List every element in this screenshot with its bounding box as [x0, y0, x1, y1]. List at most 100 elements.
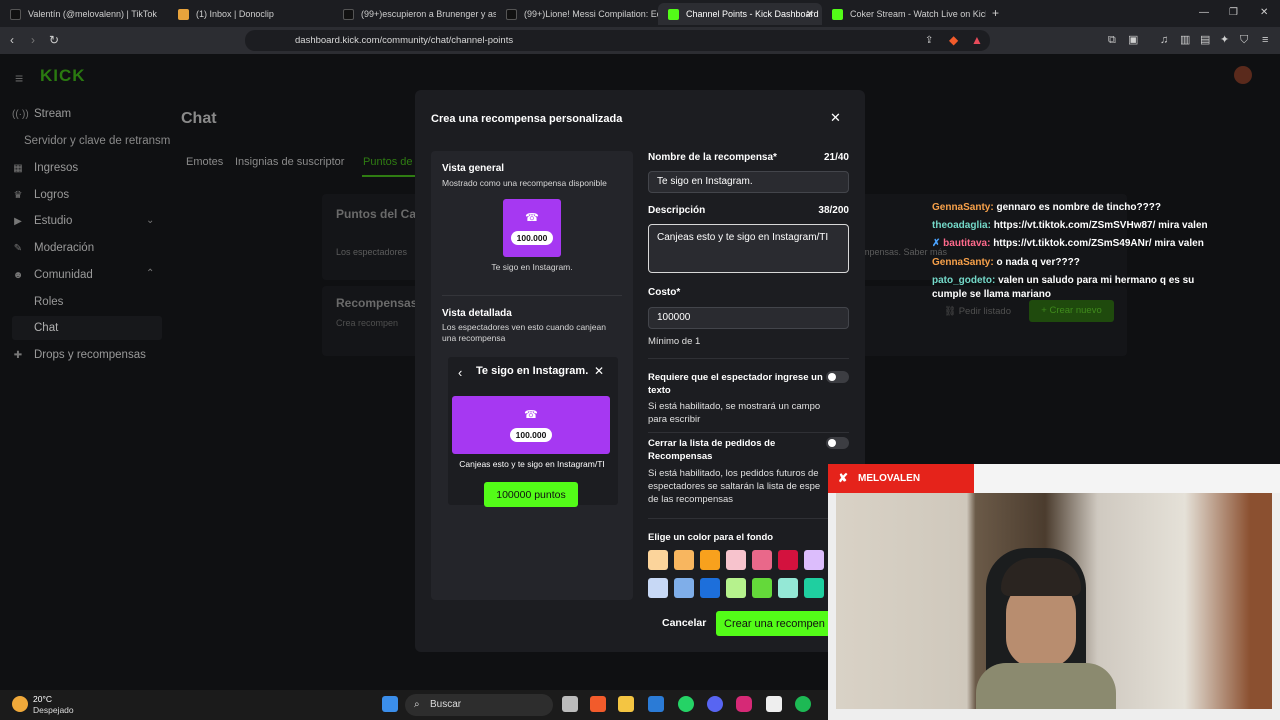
page-title: Chat	[181, 110, 217, 127]
browser-tab[interactable]: (99+)escupieron a Brunenger y así s	[333, 3, 496, 25]
browser-tab[interactable]: (99+)Lione! Messi Compilation: Editi	[496, 3, 658, 25]
reward-icon: ☎	[525, 212, 539, 224]
screenshot-icon[interactable]: ▣	[1128, 33, 1138, 47]
browser-tab-bar: Valentín (@melovalenn) | TikTok (1) Inbo…	[0, 0, 1280, 27]
hamburger-icon[interactable]: ≡	[15, 70, 23, 86]
spotify-icon[interactable]	[795, 696, 811, 712]
sidebar-item-moderacion[interactable]: ✎ Moderación	[12, 242, 94, 254]
sidebar-item-label: Estudio	[34, 215, 73, 227]
color-swatch[interactable]	[674, 578, 694, 598]
app-icon[interactable]	[648, 696, 664, 712]
color-swatch[interactable]	[674, 550, 694, 570]
overview-subtitle: Mostrado como una recompensa disponible	[442, 178, 607, 188]
cost-input[interactable]: 100000	[648, 307, 849, 329]
streamer-banner: ✘ MELOVALEN	[828, 464, 974, 493]
forward-icon[interactable]: ›	[31, 33, 35, 47]
description-textarea[interactable]: Canjeas esto y te sigo en Instagram/TI	[648, 224, 849, 273]
wallet-icon[interactable]: ▤	[1200, 33, 1210, 47]
color-swatch[interactable]	[648, 578, 668, 598]
color-swatch[interactable]	[700, 550, 720, 570]
crear-nuevo-button[interactable]: + Crear nuevo	[1029, 300, 1114, 322]
browser-tab-active[interactable]: Channel Points - Kick Dashboard ✕	[658, 3, 822, 25]
color-swatch[interactable]	[648, 550, 668, 570]
reload-icon[interactable]: ↻	[49, 33, 59, 47]
share-icon[interactable]: ⇪	[925, 34, 933, 48]
color-swatch[interactable]	[752, 550, 772, 570]
brave-shields-icon[interactable]: ◆	[949, 33, 958, 47]
file-explorer-icon[interactable]	[618, 696, 634, 712]
tab-underline	[362, 175, 416, 177]
restore-icon[interactable]: ❐	[1229, 6, 1238, 20]
webcam-overlay: ✘ MELOVALEN	[828, 464, 1280, 720]
close-tab-icon[interactable]: ✕	[806, 9, 814, 20]
color-swatch[interactable]	[804, 550, 824, 570]
sidebar-item-chat[interactable]: Chat	[34, 322, 58, 334]
tab-title: (1) Inbox | Donoclip	[196, 9, 274, 19]
chat-message: GennaSanty: gennaro es nombre de tincho?…	[932, 201, 1232, 215]
sidebar-item-roles[interactable]: Roles	[34, 296, 63, 308]
require-text-desc: Si está habilitado, se mostrará un campo…	[648, 401, 821, 425]
media-icon[interactable]: ♫	[1160, 33, 1168, 47]
color-swatch[interactable]	[726, 578, 746, 598]
tab-insignias[interactable]: Insignias de suscriptor	[235, 156, 344, 168]
sidebar-icon[interactable]: ▥	[1180, 33, 1190, 47]
close-list-desc: Si está habilitado, los pedidos futuros …	[648, 468, 821, 505]
sidebar-item-stream[interactable]: ((·)) Stream	[12, 108, 71, 120]
back-icon[interactable]: ‹	[10, 33, 14, 47]
cancel-button[interactable]: Cancelar	[662, 617, 706, 629]
tab-emotes[interactable]: Emotes	[186, 156, 223, 168]
extensions-icon[interactable]: ⧉	[1108, 33, 1116, 47]
sidebar-item-server-key[interactable]: Servidor y clave de retransm	[24, 135, 170, 147]
chat-message: pato_godeto: valen un saludo para mi her…	[932, 274, 1232, 302]
tab-puntos[interactable]: Puntos de	[363, 156, 413, 168]
leo-icon[interactable]: ✦	[1220, 33, 1229, 47]
back-icon[interactable]: ‹	[458, 365, 462, 380]
discord-icon[interactable]	[707, 696, 723, 712]
new-tab-icon[interactable]: +	[992, 6, 999, 20]
close-icon[interactable]: ✕	[594, 364, 604, 378]
sidebar-item-label: Drops y recompensas	[34, 349, 146, 361]
url-bar[interactable]: dashboard.kick.com/community/chat/channe…	[245, 30, 990, 51]
vpn-icon[interactable]: ⛉	[1240, 33, 1248, 47]
sidebar-item-ingresos[interactable]: ▦ Ingresos	[12, 162, 78, 174]
pedir-listado-button[interactable]: ⛓ Pedir listado	[944, 306, 1011, 317]
task-view-icon[interactable]	[562, 696, 578, 712]
color-swatch[interactable]	[804, 578, 824, 598]
color-swatch[interactable]	[778, 578, 798, 598]
reward-icon: ☎	[524, 409, 538, 421]
description-count: 38/200	[818, 205, 849, 216]
brave-icon[interactable]	[590, 696, 606, 712]
color-swatch[interactable]	[726, 550, 746, 570]
color-swatch[interactable]	[752, 578, 772, 598]
pedir-listado-label: Pedir listado	[958, 306, 1011, 317]
brave-rewards-icon[interactable]: ▲	[971, 33, 983, 47]
close-list-toggle[interactable]	[826, 437, 849, 449]
preview-panel: Vista general Mostrado como una recompen…	[431, 151, 633, 600]
sidebar-item-estudio[interactable]: ▶ Estudio	[12, 215, 72, 227]
require-text-toggle[interactable]	[826, 371, 849, 383]
sidebar-item-comunidad[interactable]: ☻ Comunidad	[12, 269, 93, 281]
gift-icon: ✚	[13, 349, 23, 361]
close-icon[interactable]: ✕	[830, 110, 841, 126]
browser-tab[interactable]: (1) Inbox | Donoclip	[168, 3, 333, 25]
browser-toolbar: ‹ › ↻ ⌑ dashboard.kick.com/community/cha…	[0, 27, 1280, 54]
create-reward-button[interactable]: Crear una recompen	[716, 611, 841, 636]
name-input[interactable]: Te sigo en Instagram.	[648, 171, 849, 193]
menu-icon[interactable]: ≡	[1262, 33, 1268, 47]
notion-icon[interactable]	[766, 696, 782, 712]
color-swatch[interactable]	[778, 550, 798, 570]
browser-tab[interactable]: Valentín (@melovalenn) | TikTok	[0, 3, 168, 25]
avatar[interactable]	[1234, 66, 1252, 84]
whatsapp-icon[interactable]	[678, 696, 694, 712]
kick-logo[interactable]: KICK	[40, 66, 94, 85]
sidebar-item-drops[interactable]: ✚ Drops y recompensas	[12, 349, 146, 361]
sidebar-item-logros[interactable]: ♛ Logros	[12, 189, 70, 201]
instagram-icon[interactable]	[736, 696, 752, 712]
taskbar-search[interactable]: ⌕ Buscar	[405, 694, 553, 716]
browser-tab[interactable]: Coker Stream - Watch Live on Kick	[822, 3, 986, 25]
close-window-icon[interactable]: ✕	[1260, 6, 1268, 20]
points-button[interactable]: 100000 puntos	[484, 482, 578, 507]
color-swatch[interactable]	[700, 578, 720, 598]
minimize-icon[interactable]: —	[1199, 6, 1209, 20]
windows-start-icon[interactable]	[382, 696, 398, 712]
